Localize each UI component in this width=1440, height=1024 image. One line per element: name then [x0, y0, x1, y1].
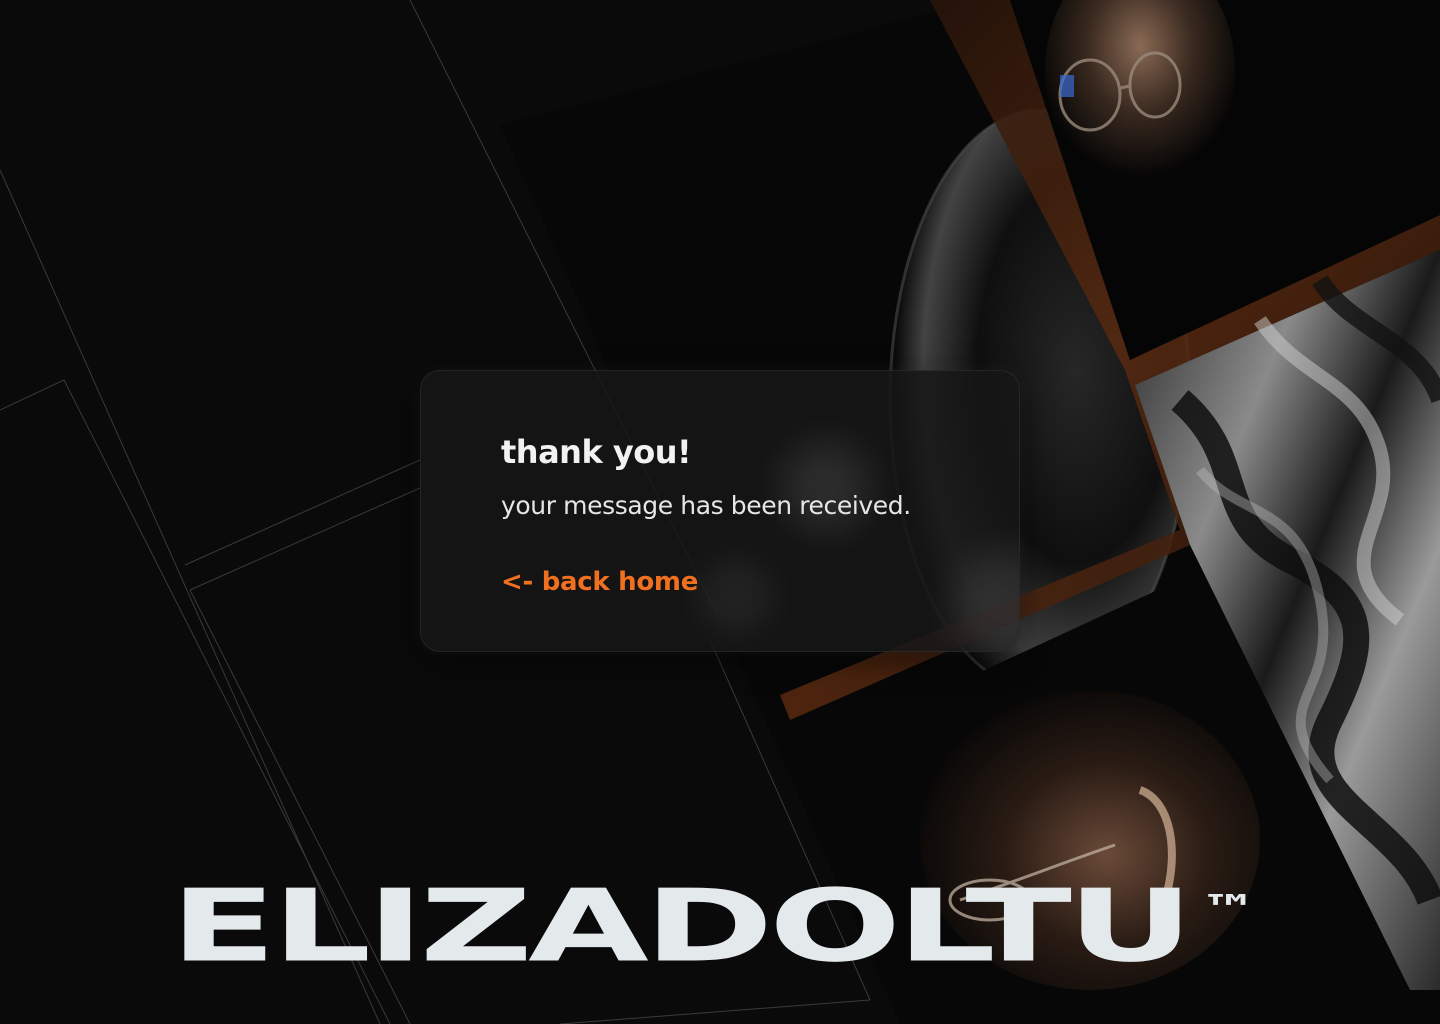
brand-logo: ELIZADOLTU ™ [170, 877, 1258, 994]
thank-you-page: thank you! your message has been receive… [0, 0, 1440, 1024]
confirmation-dialog: thank you! your message has been receive… [420, 370, 1020, 652]
dialog-title: thank you! [501, 433, 692, 471]
card-glow [701, 561, 771, 631]
dialog-message: your message has been received. [501, 491, 911, 520]
back-home-link[interactable]: <- back home [501, 567, 698, 597]
card-glow [951, 551, 1019, 651]
brand-wordmark: ELIZADOLTU [170, 868, 1194, 985]
trademark-symbol: ™ [1200, 886, 1258, 932]
